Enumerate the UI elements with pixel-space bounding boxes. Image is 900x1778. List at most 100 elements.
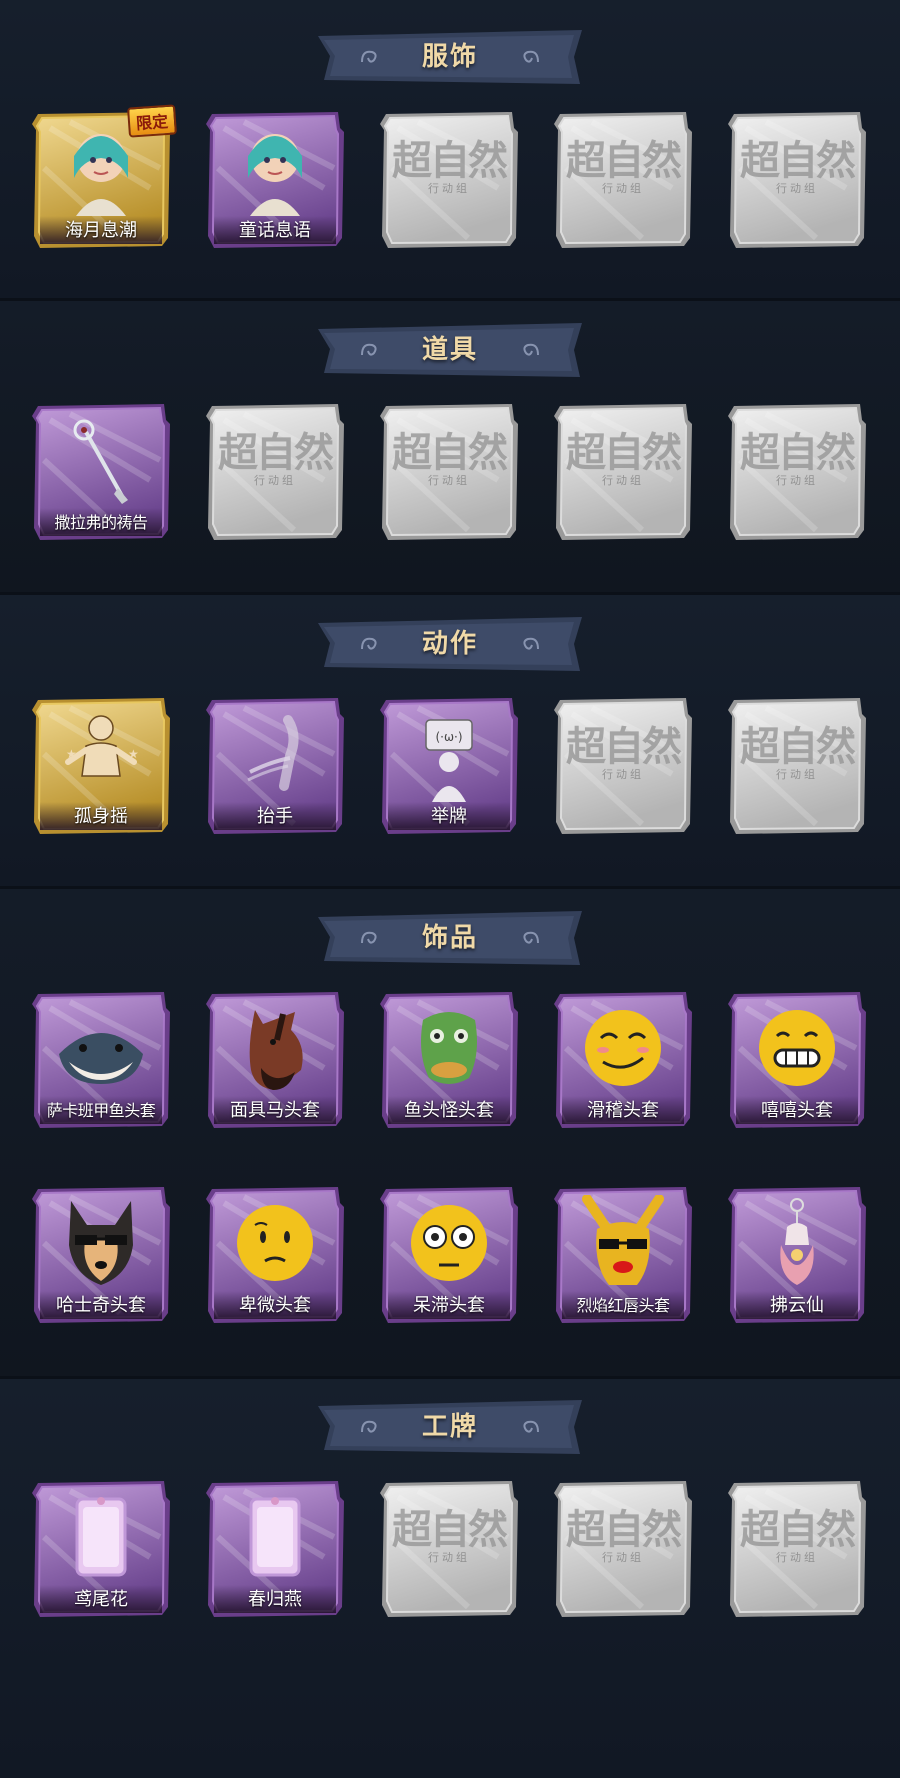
- item-label: 举牌: [431, 806, 467, 827]
- locked-item-card[interactable]: 超自然 行动组: [552, 108, 694, 252]
- dazed-face-icon: [392, 1193, 506, 1293]
- item-label: 呆滞头套: [413, 1295, 485, 1316]
- item-label: 哈士奇头套: [56, 1295, 146, 1316]
- item-card[interactable]: 撒拉弗的祷告: [30, 400, 172, 544]
- placeholder-art: 超自然 行动组: [566, 704, 682, 804]
- section-header: 动作: [318, 617, 582, 671]
- grin-face-icon: [740, 998, 854, 1098]
- section-header: 道具: [318, 323, 582, 377]
- placeholder-art: 超自然 行动组: [740, 1487, 856, 1587]
- item-label: 滑稽头套: [587, 1100, 659, 1121]
- section-header: 工牌: [318, 1400, 582, 1454]
- item-card[interactable]: 面具马头套: [204, 988, 346, 1132]
- item-card[interactable]: 萨卡班甲鱼头套: [30, 988, 172, 1132]
- locked-item-card[interactable]: 超自然 行动组: [552, 1477, 694, 1621]
- placeholder-logo-text: 超自然: [740, 137, 856, 184]
- placeholder-art: 超自然 行动组: [740, 118, 856, 218]
- item-label: 抬手: [257, 806, 293, 827]
- locked-item-card[interactable]: 超自然 行动组: [378, 1477, 520, 1621]
- section-header: 服饰: [318, 30, 582, 84]
- placeholder-logo-text: 超自然: [566, 723, 682, 770]
- svg-text:(·ω·): (·ω·): [435, 730, 462, 744]
- section-title: 动作: [421, 629, 478, 659]
- placeholder-logo-text: 超自然: [740, 1506, 856, 1553]
- locked-item-card[interactable]: 超自然 行动组: [552, 694, 694, 838]
- item-card[interactable]: 呆滞头套: [378, 1183, 520, 1327]
- husky-mask-icon: [44, 1193, 158, 1293]
- item-card[interactable]: 鱼头怪头套: [378, 988, 520, 1132]
- item-label: 海月息潮: [65, 220, 137, 241]
- item-card[interactable]: 拂云仙: [726, 1183, 868, 1327]
- item-label: 萨卡班甲鱼头套: [46, 1101, 156, 1120]
- placeholder-logo-subtext: 行动组: [602, 182, 644, 195]
- placeholder-logo-subtext: 行动组: [776, 474, 818, 487]
- locked-item-card[interactable]: 超自然 行动组: [378, 108, 520, 252]
- funny-face-icon: [566, 998, 680, 1098]
- section-header: 饰品: [318, 911, 582, 965]
- item-card[interactable]: 鸢尾花: [30, 1477, 172, 1621]
- svg-text:★: ★: [128, 747, 139, 761]
- placeholder-art: 超自然 行动组: [740, 410, 856, 510]
- placeholder-logo-subtext: 行动组: [254, 474, 296, 487]
- item-card[interactable]: ★ ★ 孤身摇: [30, 694, 172, 838]
- item-card[interactable]: 抬手: [204, 694, 346, 838]
- placeholder-logo-text: 超自然: [218, 429, 334, 476]
- placeholder-logo-subtext: 行动组: [602, 1551, 644, 1564]
- badge-card-icon: [44, 1487, 158, 1587]
- placeholder-logo-text: 超自然: [392, 137, 508, 184]
- raise-hand-icon: [218, 704, 332, 804]
- locked-item-card[interactable]: 超自然 行动组: [726, 400, 868, 544]
- humble-face-icon: [218, 1193, 332, 1293]
- fish-head-icon: [44, 998, 158, 1098]
- item-label: 孤身摇: [74, 806, 128, 827]
- svg-text:★: ★: [66, 747, 77, 761]
- item-label: 烈焰红唇头套: [576, 1296, 670, 1315]
- section-title: 道具: [421, 335, 478, 365]
- placeholder-logo-text: 超自然: [566, 429, 682, 476]
- section-title: 饰品: [421, 923, 478, 953]
- locked-item-card[interactable]: 超自然 行动组: [552, 400, 694, 544]
- item-card[interactable]: 童话息语: [204, 108, 346, 252]
- item-label: 嘻嘻头套: [761, 1100, 833, 1121]
- locked-item-card[interactable]: 超自然 行动组: [204, 400, 346, 544]
- hold-sign-icon: (·ω·): [392, 704, 506, 804]
- item-card[interactable]: 海月息潮 限定: [30, 104, 177, 252]
- item-card[interactable]: 春归燕: [204, 1477, 346, 1621]
- limited-badge: 限定: [126, 104, 177, 138]
- locked-item-card[interactable]: 超自然 行动组: [726, 108, 868, 252]
- placeholder-logo-text: 超自然: [740, 723, 856, 770]
- placeholder-logo-text: 超自然: [566, 1506, 682, 1553]
- item-card[interactable]: 嘻嘻头套: [726, 988, 868, 1132]
- placeholder-art: 超自然 行动组: [218, 410, 334, 510]
- placeholder-art: 超自然 行动组: [392, 1487, 508, 1587]
- locked-item-card[interactable]: 超自然 行动组: [726, 694, 868, 838]
- placeholder-logo-subtext: 行动组: [776, 182, 818, 195]
- locked-item-card[interactable]: 超自然 行动组: [726, 1477, 868, 1621]
- placeholder-logo-subtext: 行动组: [776, 768, 818, 781]
- badge-card-icon: [218, 1487, 332, 1587]
- pikachu-mask-icon: [566, 1193, 680, 1293]
- placeholder-art: 超自然 行动组: [566, 1487, 682, 1587]
- item-label: 鸢尾花: [74, 1589, 128, 1610]
- placeholder-art: 超自然 行动组: [392, 118, 508, 218]
- item-label: 撒拉弗的祷告: [54, 513, 148, 532]
- item-label: 鱼头怪头套: [404, 1100, 494, 1121]
- pendant-charm-icon: [740, 1193, 854, 1293]
- section-title: 工牌: [421, 1412, 478, 1442]
- placeholder-art: 超自然 行动组: [566, 118, 682, 218]
- placeholder-logo-subtext: 行动组: [428, 182, 470, 195]
- placeholder-logo-text: 超自然: [392, 1506, 508, 1553]
- placeholder-logo-subtext: 行动组: [428, 474, 470, 487]
- item-card[interactable]: 烈焰红唇头套: [552, 1183, 694, 1327]
- item-card[interactable]: 卑微头套: [204, 1183, 346, 1327]
- item-card[interactable]: 滑稽头套: [552, 988, 694, 1132]
- locked-item-card[interactable]: 超自然 行动组: [378, 400, 520, 544]
- item-card[interactable]: (·ω·) 举牌: [378, 694, 520, 838]
- item-label: 拂云仙: [770, 1295, 824, 1316]
- item-card[interactable]: 哈士奇头套: [30, 1183, 172, 1327]
- fishman-mask-icon: [392, 998, 506, 1098]
- staff-icon: [44, 410, 158, 510]
- placeholder-art: 超自然 行动组: [566, 410, 682, 510]
- placeholder-logo-subtext: 行动组: [602, 768, 644, 781]
- placeholder-logo-text: 超自然: [740, 429, 856, 476]
